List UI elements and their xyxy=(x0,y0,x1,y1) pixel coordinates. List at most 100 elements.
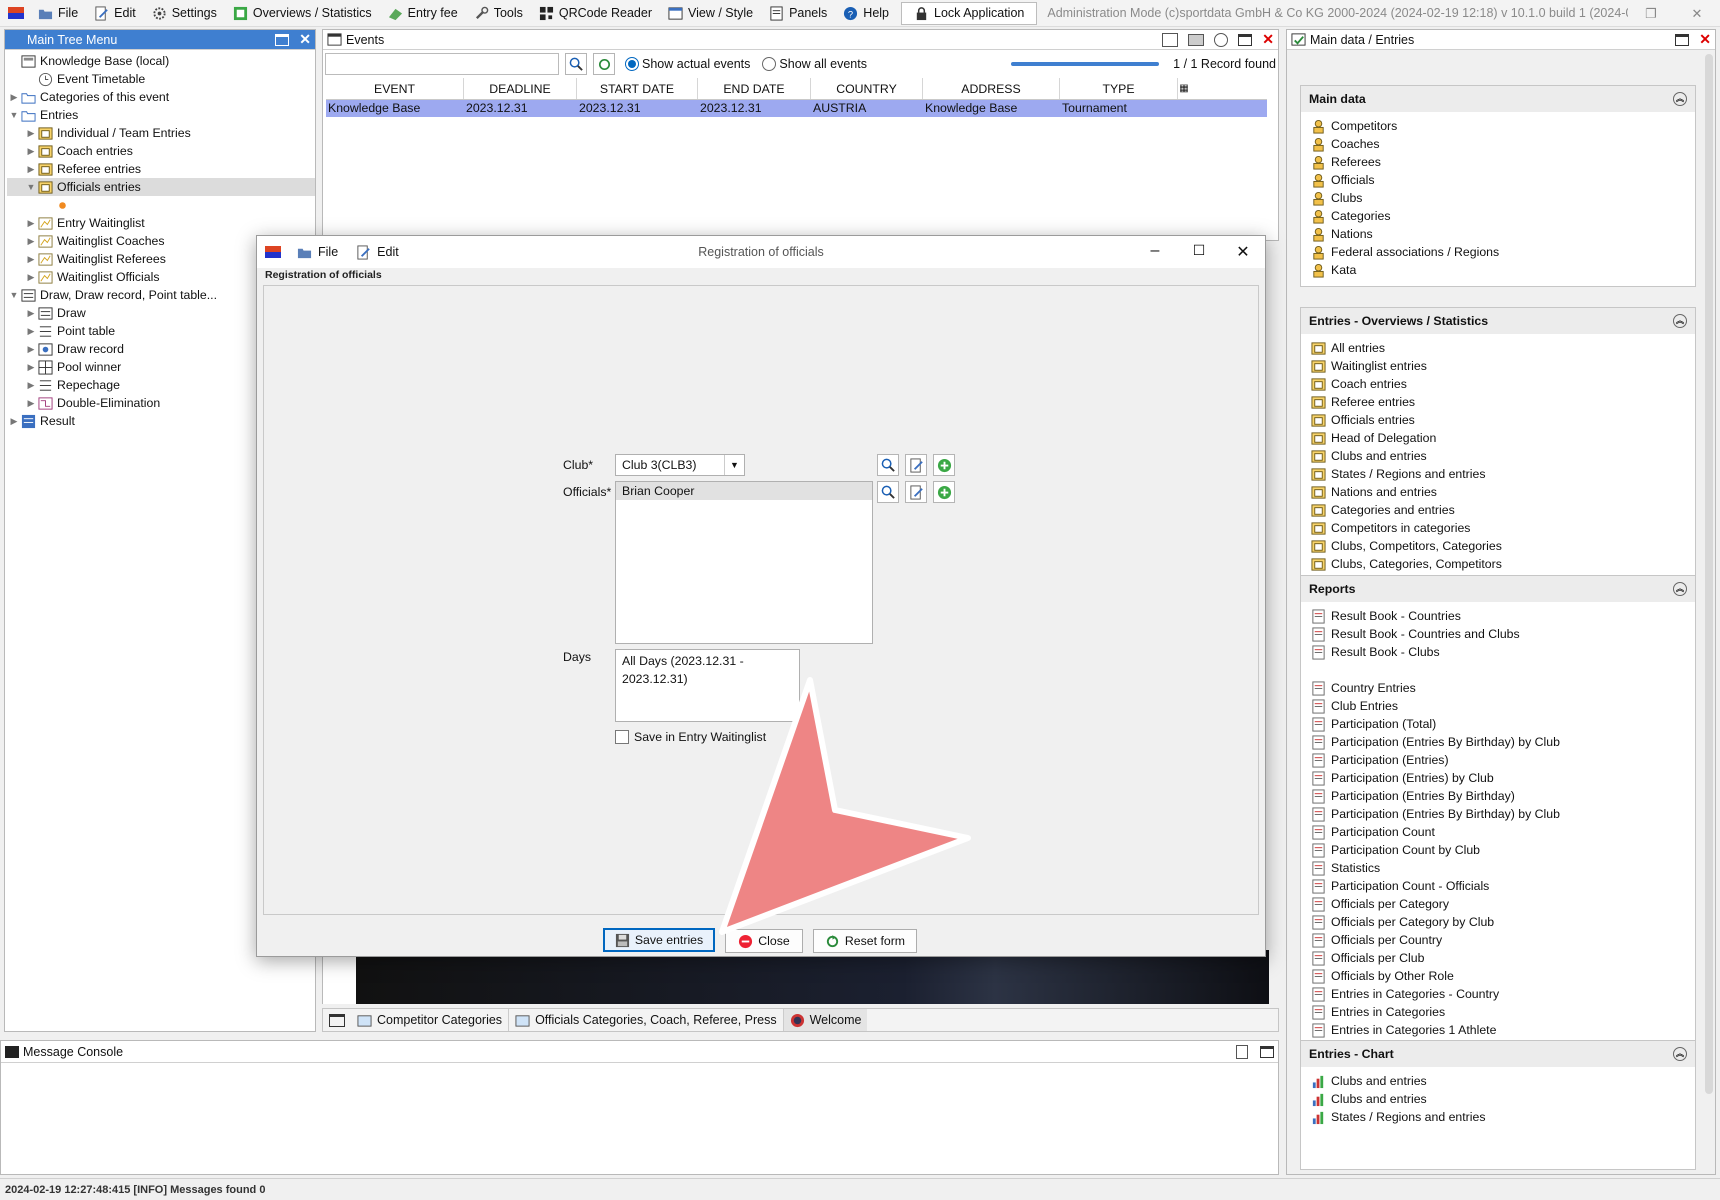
expand-right-icon[interactable]: ▶ xyxy=(24,380,38,391)
refresh-icon[interactable] xyxy=(1214,32,1229,47)
tree-item[interactable]: ▼ Officials entries xyxy=(7,178,315,196)
officials-add-button[interactable] xyxy=(933,481,955,503)
maximize-dialog-button[interactable]: ☐ xyxy=(1177,242,1221,262)
maximize-panel-icon[interactable] xyxy=(1675,33,1690,46)
section-item[interactable]: Referees xyxy=(1311,153,1695,171)
section-item[interactable]: All entries xyxy=(1311,339,1695,357)
menu-help[interactable]: ? Help xyxy=(835,0,897,26)
tree-item[interactable]: ▶ Referee entries xyxy=(7,160,315,178)
expand-right-icon[interactable]: ▶ xyxy=(7,92,21,103)
section-item[interactable]: Clubs and entries xyxy=(1311,1090,1695,1108)
section-item[interactable]: Nations and entries xyxy=(1311,483,1695,501)
section-item[interactable]: Club Entries xyxy=(1311,697,1695,715)
section-item[interactable]: Waitinglist entries xyxy=(1311,357,1695,375)
save-entries-button[interactable]: Save entries xyxy=(603,928,715,952)
expand-right-icon[interactable]: ▶ xyxy=(24,362,38,373)
section-item[interactable]: Clubs and entries xyxy=(1311,447,1695,465)
section-item[interactable]: Statistics xyxy=(1311,859,1695,877)
officials-search-button[interactable] xyxy=(877,481,899,503)
section-item[interactable]: Participation (Entries) by Club xyxy=(1311,769,1695,787)
events-search-input[interactable] xyxy=(325,53,559,75)
tree-item[interactable] xyxy=(7,196,315,214)
expand-right-icon[interactable]: ▶ xyxy=(24,236,38,247)
column-chooser-icon[interactable]: ▦ xyxy=(1178,78,1190,99)
section-item[interactable]: Participation (Total) xyxy=(1311,715,1695,733)
section-item[interactable]: Participation (Entries By Birthday) xyxy=(1311,787,1695,805)
maximize-panel-icon[interactable] xyxy=(1238,33,1253,46)
radio-all-events[interactable]: Show all events xyxy=(762,57,867,71)
section-item[interactable]: Coach entries xyxy=(1311,375,1695,393)
collapse-icon[interactable]: ︽ xyxy=(1673,92,1687,106)
expand-right-icon[interactable]: ▶ xyxy=(24,218,38,229)
club-edit-button[interactable] xyxy=(905,454,927,476)
officials-list-item[interactable]: Brian Cooper xyxy=(616,482,872,500)
section-item[interactable]: Result Book - Clubs xyxy=(1311,643,1695,661)
expand-right-icon[interactable]: ▶ xyxy=(24,308,38,319)
tree-item[interactable]: Event Timetable xyxy=(7,70,315,88)
section-header[interactable]: Entries - Chart ︽ xyxy=(1301,1041,1695,1067)
expand-right-icon[interactable]: ▶ xyxy=(7,416,21,427)
close-panel-icon[interactable]: ✕ xyxy=(1262,31,1274,48)
menu-view-style[interactable]: View / Style xyxy=(660,0,761,26)
dialog-menu-file[interactable]: File xyxy=(297,245,338,260)
menu-entry-fee[interactable]: Entry fee xyxy=(380,0,466,26)
tree-item[interactable]: ▶ Individual / Team Entries xyxy=(7,124,315,142)
column-header[interactable]: START DATE xyxy=(577,78,698,99)
column-header[interactable]: EVENT xyxy=(326,78,464,99)
sync-button[interactable] xyxy=(593,53,615,75)
section-item[interactable]: States / Regions and entries xyxy=(1311,465,1695,483)
club-search-button[interactable] xyxy=(877,454,899,476)
menu-panels[interactable]: Panels xyxy=(761,0,835,26)
table-row[interactable]: Knowledge Base 2023.12.31 2023.12.31 2023.1… xyxy=(326,100,1267,117)
section-item[interactable]: Coaches xyxy=(1311,135,1695,153)
section-header[interactable]: Reports ︽ xyxy=(1301,576,1695,602)
expand-right-icon[interactable]: ▶ xyxy=(24,128,38,139)
tree-item[interactable]: ▶ Entry Waitinglist xyxy=(7,214,315,232)
expand-right-icon[interactable]: ▶ xyxy=(24,398,38,409)
expand-right-icon[interactable]: ▶ xyxy=(24,146,38,157)
restore-window-button[interactable]: ❐ xyxy=(1628,6,1674,22)
tree-item[interactable]: ▶ Coach entries xyxy=(7,142,315,160)
maximize-panel-icon[interactable] xyxy=(275,33,290,46)
section-item[interactable]: States / Regions and entries xyxy=(1311,1108,1695,1126)
section-item[interactable]: Officials entries xyxy=(1311,411,1695,429)
tab-competitor-categories[interactable]: Competitor Categories xyxy=(351,1009,510,1031)
section-item[interactable]: Officials per Club xyxy=(1311,949,1695,967)
menu-overviews-statistics[interactable]: Overviews / Statistics xyxy=(225,0,380,26)
section-item[interactable]: Clubs xyxy=(1311,189,1695,207)
menu-qrcode-reader[interactable]: QRCode Reader xyxy=(531,0,660,26)
section-item[interactable]: Officials per Category by Club xyxy=(1311,913,1695,931)
tree-item[interactable]: ▶ Categories of this event xyxy=(7,88,315,106)
section-item[interactable]: Participation Count xyxy=(1311,823,1695,841)
section-item[interactable]: Categories xyxy=(1311,207,1695,225)
menu-file[interactable]: File xyxy=(30,0,86,26)
section-item[interactable]: Result Book - Countries xyxy=(1311,607,1695,625)
section-item[interactable]: Participation Count by Club xyxy=(1311,841,1695,859)
officials-edit-button[interactable] xyxy=(905,481,927,503)
expand-right-icon[interactable]: ▶ xyxy=(24,272,38,283)
tab-welcome[interactable]: Welcome xyxy=(783,1009,868,1031)
tab-officials-categories[interactable]: Officials Categories, Coach, Referee, Pr… xyxy=(509,1009,784,1031)
menu-edit[interactable]: Edit xyxy=(86,0,144,26)
radio-actual-events[interactable]: Show actual events xyxy=(625,57,750,71)
section-item[interactable]: Result Book - Countries and Clubs xyxy=(1311,625,1695,643)
collapse-icon[interactable]: ︽ xyxy=(1673,314,1687,328)
close-window-button[interactable]: ✕ xyxy=(1674,6,1720,22)
section-header[interactable]: Main data ︽ xyxy=(1301,86,1695,112)
expand-right-icon[interactable]: ▶ xyxy=(24,164,38,175)
section-item[interactable]: Entries in Categories 1 Athlete xyxy=(1311,1021,1695,1039)
dialog-menu-edit[interactable]: Edit xyxy=(356,244,399,260)
club-add-button[interactable] xyxy=(933,454,955,476)
calendar-edit-icon[interactable] xyxy=(1162,32,1179,47)
section-item[interactable]: Officials per Category xyxy=(1311,895,1695,913)
column-header[interactable]: ADDRESS xyxy=(923,78,1060,99)
column-header[interactable]: DEADLINE xyxy=(464,78,577,99)
search-button[interactable] xyxy=(565,53,587,75)
waitinglist-checkbox[interactable] xyxy=(615,730,629,744)
section-item[interactable]: Officials per Country xyxy=(1311,931,1695,949)
section-item[interactable]: Participation (Entries By Birthday) by C… xyxy=(1311,733,1695,751)
close-dialog-button[interactable]: ✕ xyxy=(1221,242,1265,262)
column-header[interactable]: COUNTRY xyxy=(811,78,923,99)
section-item[interactable]: Entries in Categories xyxy=(1311,1003,1695,1021)
club-select[interactable]: Club 3(CLB3) ▼ xyxy=(615,454,745,476)
